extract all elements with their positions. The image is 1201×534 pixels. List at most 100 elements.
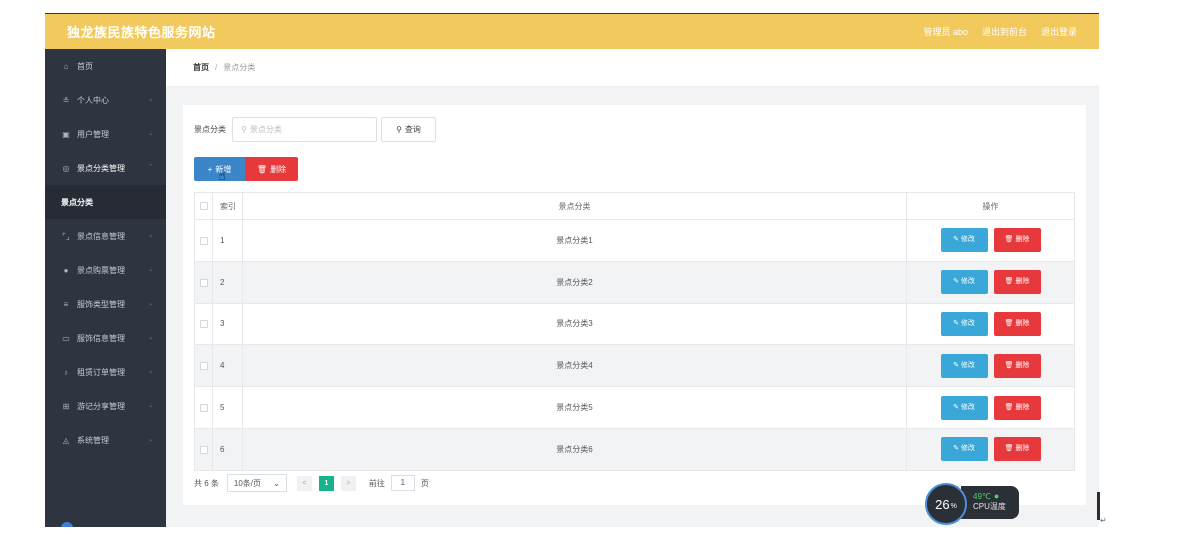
trash-icon: 🗑 <box>256 164 268 174</box>
circle-icon: ◎ <box>62 163 70 173</box>
chevron-down-icon: ⌄ <box>148 436 154 443</box>
sidebar-item-user-management[interactable]: ▣ 用户管理 ⌄ <box>45 117 166 151</box>
cpu-monitor-widget: 49℃ ● CPU温度 26% <box>925 483 1020 525</box>
trash-icon: 🗑 <box>1004 319 1016 327</box>
delete-label: 删除 <box>1015 278 1030 286</box>
plus-icon: + <box>207 164 213 174</box>
row-checkbox[interactable] <box>199 445 208 454</box>
chevron-down-icon: ⌄ <box>148 368 154 375</box>
chevron-down-icon: ⌄ <box>148 130 154 137</box>
delete-button[interactable]: 🗑 删除 <box>993 353 1041 378</box>
prev-page-button[interactable]: < <box>296 475 312 491</box>
total-count: 共 6 条 <box>194 478 219 488</box>
header-index: 索引 <box>212 192 243 220</box>
select-all-cell <box>194 192 213 220</box>
chevron-up-icon: ⌃ <box>148 164 154 171</box>
row-checkbox[interactable] <box>199 403 208 412</box>
category-search-input[interactable]: ⚲ 景点分类 <box>232 117 377 142</box>
edit-button[interactable]: ✎ 修改 <box>940 437 988 462</box>
row-index: 4 <box>212 344 243 388</box>
sidebar-item-label: 景点购票管理 <box>77 265 125 275</box>
edit-icon: ✎ <box>953 445 961 453</box>
query-button[interactable]: ⚲ 查询 <box>381 117 436 142</box>
admin-user-link[interactable]: 管理员 abo <box>923 25 968 38</box>
users-icon: ▣ <box>62 129 70 139</box>
row-category: 景点分类5 <box>242 386 907 429</box>
delete-button[interactable]: 🗑 删除 <box>993 228 1041 253</box>
sidebar-item-system-management[interactable]: ◬ 系统管理 ⌄ <box>45 423 166 457</box>
page-button-current[interactable]: 1 <box>318 475 334 491</box>
site-title: 独龙族民族特色服务网站 <box>67 26 216 41</box>
row-checkbox[interactable] <box>199 236 208 245</box>
row-category: 景点分类2 <box>242 260 907 304</box>
goto-page-input[interactable]: 1 <box>390 475 415 491</box>
sidebar-item-spot-category-management[interactable]: ◎ 景点分类管理 ⌃ <box>45 151 166 185</box>
row-select-cell <box>194 427 213 471</box>
goto-suffix: 页 <box>420 478 429 488</box>
delete-label: 删除 <box>1015 361 1030 369</box>
batch-delete-button[interactable]: 🗑 删除 <box>245 157 298 181</box>
sidebar-item-personal-center[interactable]: ≗ 个人中心 ⌄ <box>45 83 166 117</box>
row-category: 景点分类1 <box>242 219 907 262</box>
user-icon: ≗ <box>62 95 70 105</box>
sidebar-item-spot-info-management[interactable]: ⌜⌟ 景点信息管理 ⌄ <box>45 219 166 253</box>
row-category: 景点分类6 <box>242 427 907 471</box>
sidebar: ⌂ 首页 ≗ 个人中心 ⌄ ▣ 用户管理 ⌄ ◎ 景点分类管理 ⌃ 景点分类 ⌜… <box>45 49 166 527</box>
edit-label: 修改 <box>960 361 975 369</box>
chevron-down-icon: ⌄ <box>273 478 280 488</box>
location-icon: ● <box>63 265 69 275</box>
pagination: 共 6 条 10条/页 ⌄ < 1 > 前往 1 页 <box>194 474 429 492</box>
avatar-dot <box>61 522 73 527</box>
select-all-checkbox[interactable] <box>199 202 208 211</box>
breadcrumb: 首页 / 景点分类 <box>166 49 1099 87</box>
sidebar-item-home[interactable]: ⌂ 首页 <box>45 49 166 83</box>
edit-button[interactable]: ✎ 修改 <box>940 353 988 378</box>
edit-button[interactable]: ✎ 修改 <box>940 311 988 336</box>
sidebar-item-label: 服饰类型管理 <box>77 299 125 309</box>
sidebar-item-travelogue-management[interactable]: ⊞ 游记分享管理 ⌄ <box>45 389 166 423</box>
delete-button[interactable]: 🗑 删除 <box>993 395 1041 420</box>
row-checkbox[interactable] <box>199 320 208 329</box>
delete-label: 删除 <box>1015 319 1030 327</box>
cpu-percent: 26 <box>935 496 950 512</box>
sidebar-item-label: 景点分类 <box>61 197 93 207</box>
row-ops: ✎ 修改 🗑 删除 <box>906 386 1075 429</box>
table-row: 5 景点分类5 ✎ 修改 🗑 删除 <box>194 386 1075 429</box>
page-size-select[interactable]: 10条/页 ⌄ <box>226 474 287 492</box>
trash-icon: 🗑 <box>1004 403 1016 411</box>
delete-button[interactable]: 🗑 删除 <box>993 270 1041 295</box>
admin-app: 独龙族民族特色服务网站 管理员 abo 退出到前台 退出登录 ⌂ 首页 ≗ 个人… <box>45 13 1099 527</box>
edit-icon: ✎ <box>953 403 961 411</box>
hand-cursor-icon: ☝ <box>218 168 226 183</box>
sidebar-item-costume-type-management[interactable]: ≡ 服饰类型管理 ⌄ <box>45 287 166 321</box>
page-size-value: 10条/页 <box>233 478 262 488</box>
sidebar-item-rental-order-management[interactable]: ♁ 租赁订单管理 ⌄ <box>45 355 166 389</box>
row-checkbox[interactable] <box>199 362 208 371</box>
sidebar-item-costume-info-management[interactable]: ▭ 服饰信息管理 ⌄ <box>45 321 166 355</box>
table-row: 1 景点分类1 ✎ 修改 🗑 删除 <box>194 219 1075 262</box>
edit-button[interactable]: ✎ 修改 <box>940 395 988 420</box>
delete-button[interactable]: 🗑 删除 <box>993 311 1041 336</box>
sidebar-item-ticket-management[interactable]: ● 景点购票管理 ⌄ <box>45 253 166 287</box>
sidebar-subitem-spot-category[interactable]: 景点分类 <box>45 185 166 219</box>
row-checkbox[interactable] <box>199 278 208 287</box>
content-panel: 景点分类 ⚲ 景点分类 ⚲ 查询 + 新增 🗑 删除 ☝ 索引 景点分类 操作 … <box>183 105 1086 505</box>
edit-label: 修改 <box>960 403 975 411</box>
edit-button[interactable]: ✎ 修改 <box>940 228 988 253</box>
search-label: 景点分类 <box>194 125 226 134</box>
row-ops: ✎ 修改 🗑 删除 <box>906 260 1075 304</box>
chevron-down-icon: ⌄ <box>148 402 154 409</box>
logout-link[interactable]: 退出登录 <box>1041 25 1077 38</box>
breadcrumb-home[interactable]: 首页 <box>193 62 209 73</box>
back-to-front-link[interactable]: 退出到前台 <box>982 25 1027 38</box>
delete-button[interactable]: 🗑 删除 <box>993 437 1041 462</box>
edit-icon: ✎ <box>953 236 961 244</box>
sidebar-item-label: 首页 <box>77 61 93 71</box>
row-category: 景点分类3 <box>242 302 907 346</box>
sidebar-item-label: 游记分享管理 <box>77 401 125 411</box>
edit-button[interactable]: ✎ 修改 <box>940 270 988 295</box>
search-bar: 景点分类 ⚲ 景点分类 ⚲ 查询 <box>194 117 436 142</box>
next-page-button[interactable]: > <box>340 475 356 491</box>
cpu-usage-circle: 26% <box>925 483 967 525</box>
row-category: 景点分类4 <box>242 344 907 388</box>
